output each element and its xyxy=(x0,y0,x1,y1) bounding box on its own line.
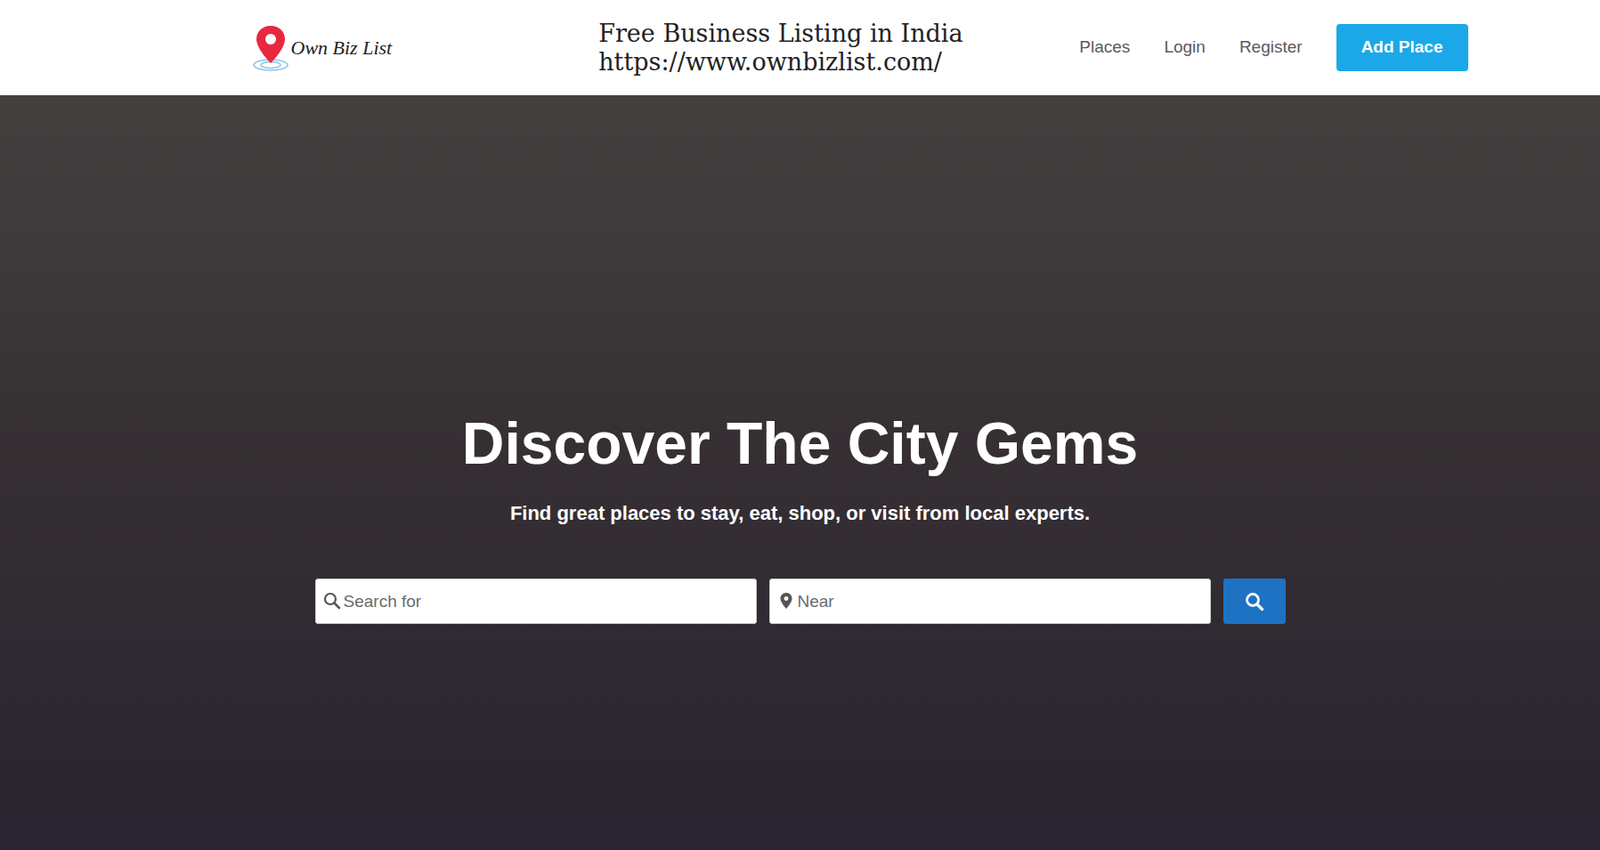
search-for-field xyxy=(315,578,757,625)
add-place-button[interactable]: Add Place xyxy=(1336,24,1469,72)
site-header: Own Biz List Free Business Listing in Ind… xyxy=(0,0,1600,96)
near-input[interactable] xyxy=(769,578,1211,625)
search-button[interactable] xyxy=(1223,578,1286,625)
search-for-input[interactable] xyxy=(315,578,757,625)
map-pin-icon xyxy=(251,24,290,73)
nav-link[interactable]: Places xyxy=(1079,34,1130,61)
title-line: Free Business Listing in India xyxy=(598,19,963,48)
nav-link[interactable]: Login xyxy=(1163,34,1206,61)
title-line: https://www.ownbizlist.com/ xyxy=(598,48,963,76)
hero-subtitle: Find great places to stay, eat, shop, or… xyxy=(0,498,1600,528)
near-field xyxy=(769,578,1211,625)
logo[interactable]: Own Biz List xyxy=(251,24,393,73)
main-nav: Places Login Register Add Place xyxy=(1079,24,1468,72)
nav-link[interactable]: Register xyxy=(1239,34,1303,61)
search-form xyxy=(0,578,1600,625)
site-title: Free Business Listing in Indiahttps://ww… xyxy=(598,19,963,75)
hero-title: Discover The City Gems xyxy=(0,408,1600,480)
header-bar: Own Biz List Free Business Listing in Ind… xyxy=(119,0,1482,96)
logo-text: Own Biz List xyxy=(291,32,393,63)
magnifier-icon xyxy=(1244,592,1265,612)
hero-banner: Discover The City Gems Find great places … xyxy=(0,95,1600,850)
